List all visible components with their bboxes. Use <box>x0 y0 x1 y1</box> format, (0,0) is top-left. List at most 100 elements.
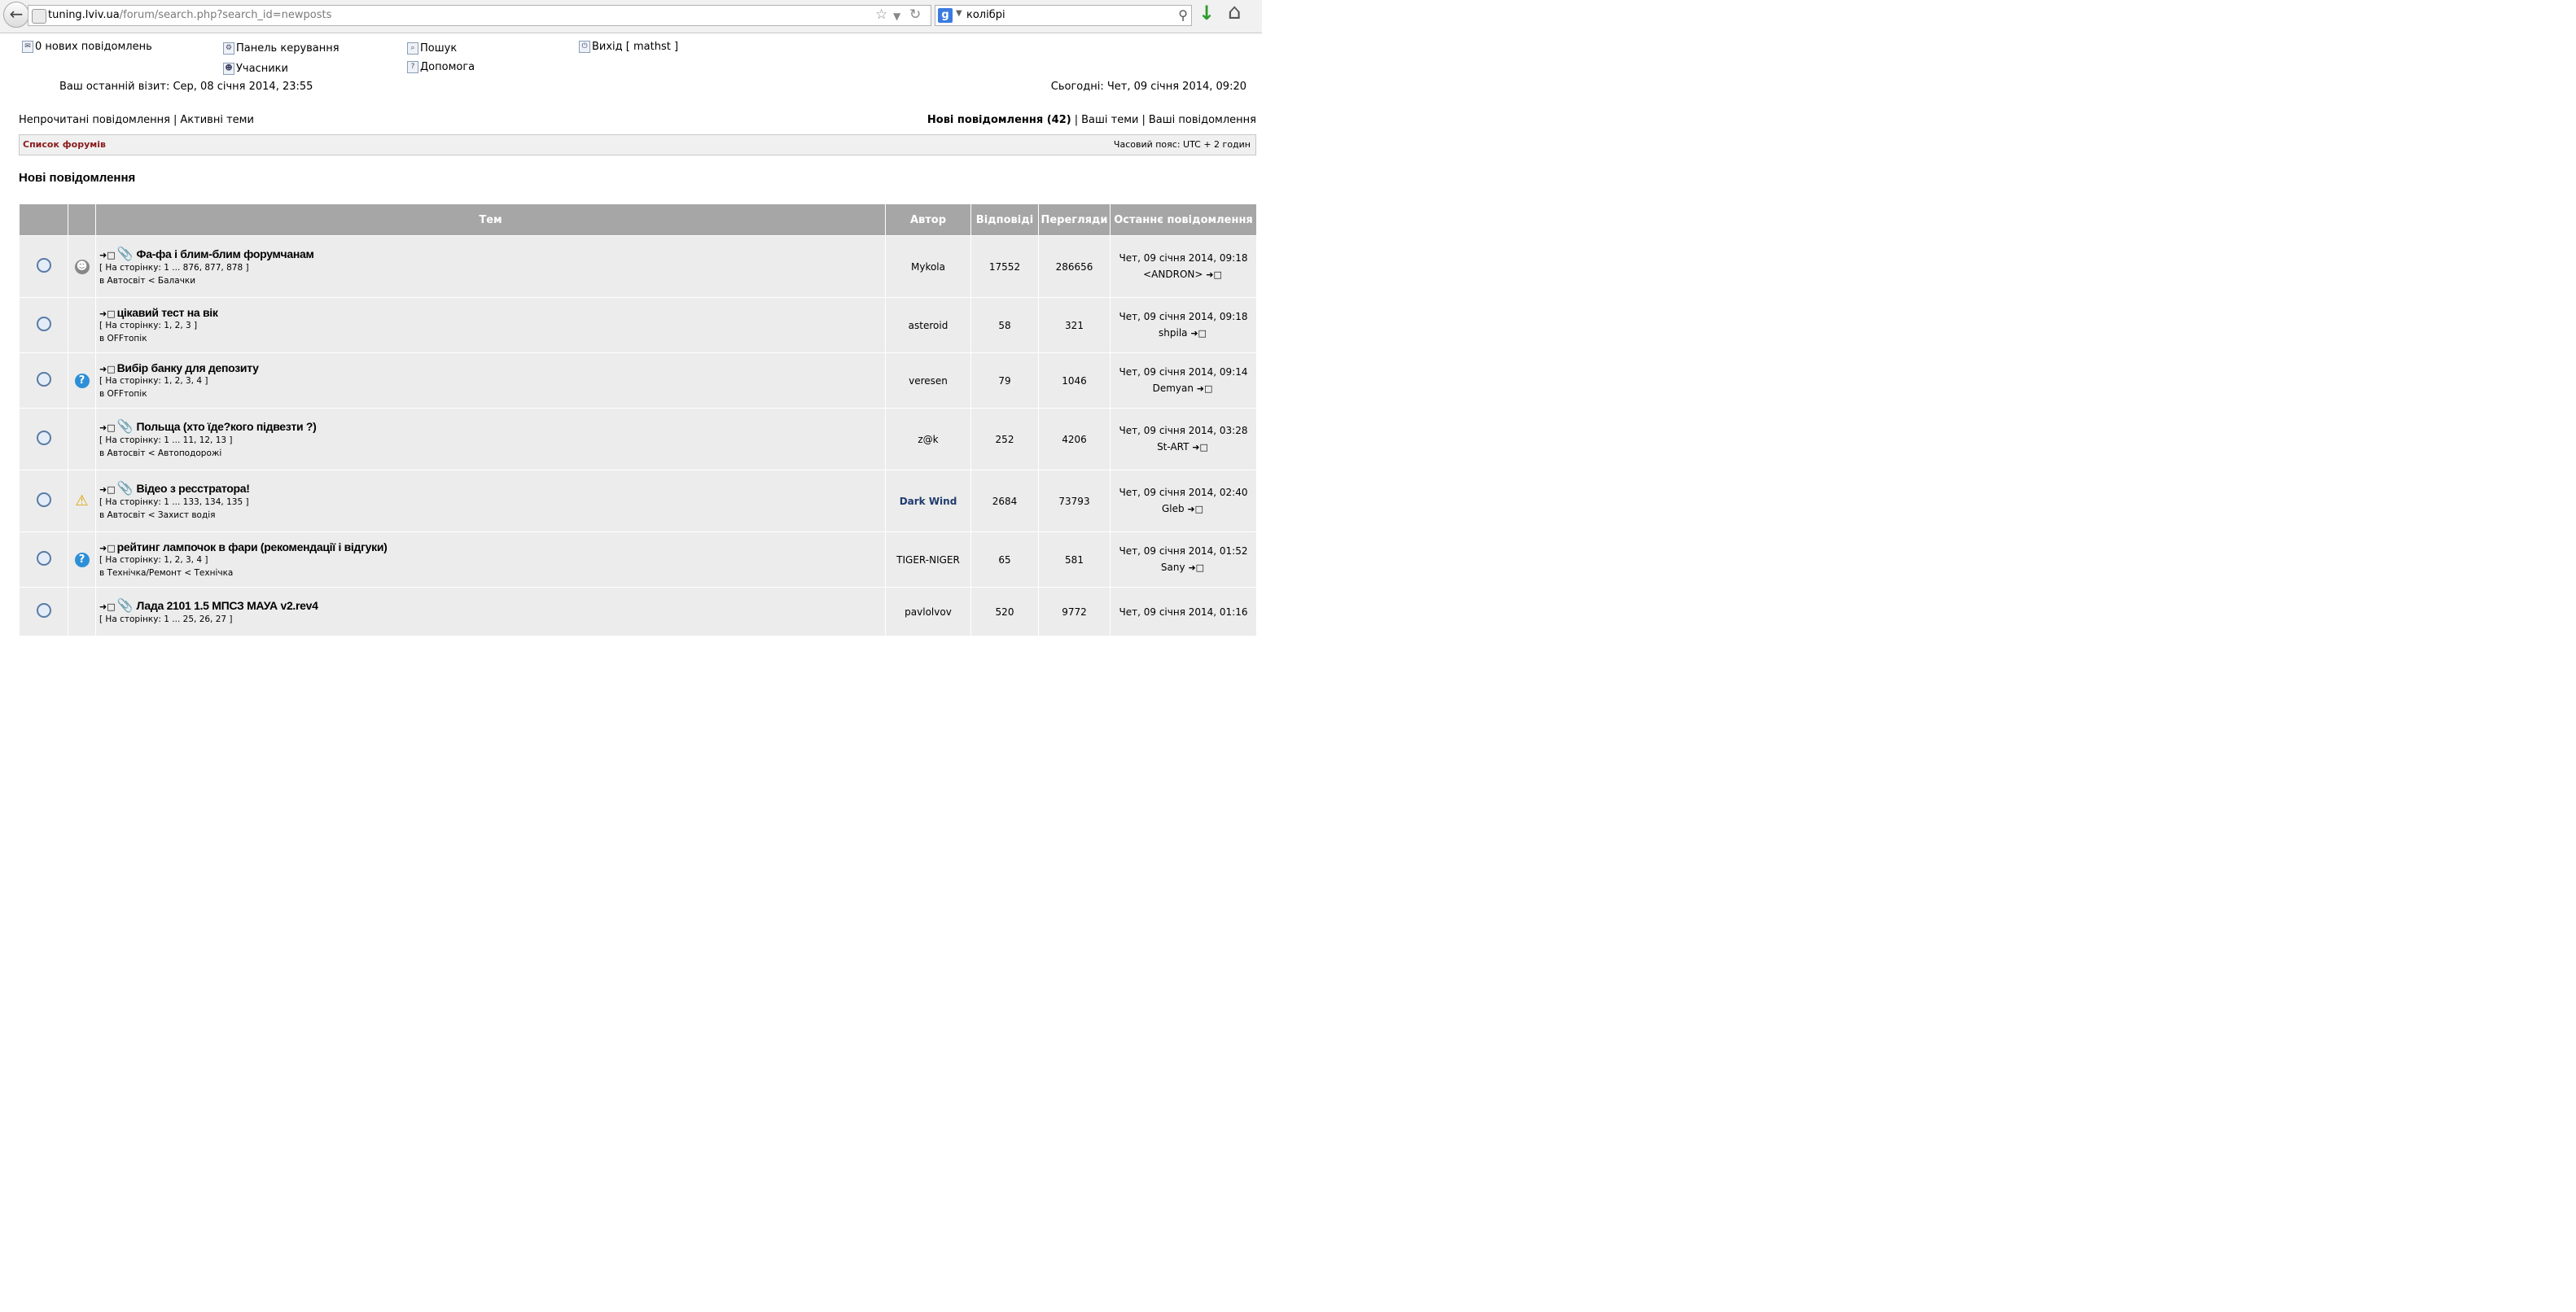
active-topics-link[interactable]: Активні теми <box>180 114 254 126</box>
download-icon[interactable]: ↓ <box>1198 2 1215 24</box>
bookmark-star-icon[interactable]: ☆ <box>875 7 887 23</box>
goto-first-unread-icon[interactable]: ➜□ <box>99 484 116 495</box>
search-icon: ⌕ <box>407 42 418 55</box>
topic-pages[interactable]: [ На сторінку: 1 ... 133, 134, 135 ] <box>99 496 882 509</box>
author-link[interactable]: TIGER-NIGER <box>896 554 960 566</box>
back-button[interactable]: ← <box>3 2 29 28</box>
author-cell: Mykola <box>885 235 971 298</box>
view-latest-post-icon[interactable]: ➜□ <box>1197 383 1213 394</box>
unread-posts-link[interactable]: Непрочитані повідомлення <box>19 114 170 126</box>
author-link[interactable]: veresen <box>909 375 948 387</box>
goto-first-unread-icon[interactable]: ➜□ <box>99 601 116 612</box>
your-posts-link[interactable]: Ваші повідомлення <box>1149 114 1256 126</box>
topic-column-header: Тем <box>95 203 886 236</box>
topic-pages[interactable]: [ На сторінку: 1, 2, 3, 4 ] <box>99 374 882 387</box>
author-link[interactable]: z@k <box>918 434 938 445</box>
search-engine-icon[interactable]: g <box>938 8 953 23</box>
last-post-author[interactable]: Sany <box>1161 562 1185 573</box>
forum-list-link[interactable]: Список форумів <box>23 139 106 150</box>
view-latest-post-icon[interactable]: ➜□ <box>1192 442 1208 453</box>
topic-status-icon <box>36 431 51 445</box>
author-cell: z@k <box>885 408 971 470</box>
new-posts-link[interactable]: Нові повідомлення (42) <box>927 114 1071 126</box>
topic-forum[interactable]: в Автосвіт < Автоподорожі <box>99 447 882 460</box>
goto-first-unread-icon[interactable]: ➜□ <box>99 422 116 433</box>
topic-forum[interactable]: в OFFтопік <box>99 332 882 345</box>
goto-first-unread-icon[interactable]: ➜□ <box>99 364 116 374</box>
help-icon: ? <box>407 61 418 73</box>
view-latest-post-icon[interactable]: ➜□ <box>1190 328 1207 339</box>
view-latest-post-icon[interactable]: ➜□ <box>1206 269 1222 280</box>
last-post-author[interactable]: Demyan <box>1153 383 1194 394</box>
author-link[interactable]: Dark Wind <box>900 496 957 507</box>
topic-pages[interactable]: [ На сторінку: 1 ... 876, 877, 878 ] <box>99 261 882 274</box>
topic-pages[interactable]: [ На сторінку: 1, 2, 3 ] <box>99 319 882 332</box>
home-icon[interactable]: ⌂ <box>1228 0 1242 24</box>
last-post-cell: Чет, 09 січня 2014, 09:18 <ANDRON> ➜□ <box>1110 235 1257 298</box>
status-column-header <box>19 203 68 236</box>
goto-first-unread-icon[interactable]: ➜□ <box>99 250 116 260</box>
last-post-author[interactable]: <ANDRON> <box>1143 269 1203 280</box>
topic-cell: ➜□ 📎 Лада 2101 1.5 МПСЗ МАУА v2.rev4[ На с… <box>95 587 886 636</box>
topic-status-cell <box>19 587 68 636</box>
last-post-author[interactable]: St-ART <box>1157 441 1189 453</box>
topic-cell: ➜□ 📎 Польща (хто їде?кого підвезти ?)[ На … <box>95 408 886 470</box>
site-identity-icon[interactable] <box>32 9 46 24</box>
topic-title-link[interactable]: Відео з ресстратора! <box>137 482 250 495</box>
url-bar[interactable]: tuning.lviv.ua/forum/search.php?search_i… <box>28 5 931 26</box>
help-link[interactable]: ? Допомога <box>407 61 475 73</box>
author-cell: Dark Wind <box>885 470 971 532</box>
topic-forum[interactable]: в Технічка/Ремонт < Технічка <box>99 566 882 579</box>
engine-dropdown-icon[interactable]: ▼ <box>956 9 962 18</box>
search-link[interactable]: ⌕ Пошук <box>407 42 457 55</box>
goto-first-unread-icon[interactable]: ➜□ <box>99 308 116 319</box>
logout-link[interactable]: ⏻ Вихід [ mathst ] <box>579 41 678 53</box>
topic-pages[interactable]: [ На сторінку: 1 ... 25, 26, 27 ] <box>99 613 882 626</box>
topic-title-link[interactable]: Лада 2101 1.5 МПСЗ МАУА v2.rev4 <box>137 599 318 612</box>
search-input[interactable]: колібрі <box>966 9 1005 21</box>
members-link[interactable]: ☻ Учасники <box>223 63 288 75</box>
topic-title-link[interactable]: Польща (хто їде?кого підвезти ?) <box>137 420 317 433</box>
members-icon: ☻ <box>223 63 234 75</box>
last-post-date: Чет, 09 січня 2014, 09:18 <box>1119 252 1248 264</box>
author-link[interactable]: pavlolvov <box>905 606 952 618</box>
view-latest-post-icon[interactable]: ➜□ <box>1188 562 1204 573</box>
topic-title-link[interactable]: цікавий тест на вік <box>117 306 218 319</box>
last-post-cell: Чет, 09 січня 2014, 01:52 Sany ➜□ <box>1110 531 1257 588</box>
replies-cell: 17552 <box>970 235 1039 298</box>
new-messages-link[interactable]: ✉ 0 нових повідомлень <box>22 41 152 53</box>
topic-title-link[interactable]: рейтинг лампочок в фари (рекомендації і … <box>117 540 388 553</box>
topic-status-cell <box>19 235 68 298</box>
last-post-author[interactable]: Gleb <box>1162 503 1185 514</box>
topic-status-icon <box>36 317 51 331</box>
topic-forum[interactable]: в Автосвіт < Балачки <box>99 274 882 287</box>
control-panel-label: Панель керування <box>236 42 340 55</box>
goto-first-unread-icon[interactable]: ➜□ <box>99 543 116 553</box>
last-post-author[interactable]: shpila <box>1159 327 1188 339</box>
search-icon[interactable]: ⚲ <box>1178 7 1188 23</box>
dropdown-arrow-icon[interactable]: ▼ <box>893 11 900 22</box>
your-topics-link[interactable]: Ваші теми <box>1081 114 1138 126</box>
topic-title-link[interactable]: Вибір банку для депозиту <box>117 361 259 374</box>
author-link[interactable]: Mykola <box>911 261 945 273</box>
replies-cell: 2684 <box>970 470 1039 532</box>
control-panel-link[interactable]: ⚙ Панель керування <box>223 42 340 55</box>
topic-pages[interactable]: [ На сторінку: 1, 2, 3, 4 ] <box>99 553 882 566</box>
browser-toolbar: ← tuning.lviv.ua/forum/search.php?search… <box>0 0 1262 33</box>
reload-icon[interactable]: ↻ <box>909 7 921 23</box>
topic-forum[interactable]: в OFFтопік <box>99 387 882 400</box>
topic-status-icon <box>36 492 51 507</box>
last-post-date: Чет, 09 січня 2014, 02:40 <box>1119 487 1248 498</box>
view-latest-post-icon[interactable]: ➜□ <box>1187 504 1203 514</box>
author-link[interactable]: asteroid <box>909 320 948 331</box>
topic-type-cell <box>68 297 96 353</box>
topic-title-link[interactable]: Фа-фа і блим-блим форумчанам <box>137 247 314 260</box>
topics-table: Тем Автор Відповіді Перегляди Останнє по… <box>19 203 1257 636</box>
author-cell: TIGER-NIGER <box>885 531 971 588</box>
topic-pages[interactable]: [ На сторінку: 1 ... 11, 12, 13 ] <box>99 434 882 447</box>
search-bar[interactable]: g ▼ колібрі ⚲ <box>935 5 1192 26</box>
topic-forum[interactable]: в Автосвіт < Захист водія <box>99 509 882 522</box>
search-links-left: Непрочитані повідомлення | Активні теми <box>19 114 254 126</box>
topic-status-cell <box>19 470 68 532</box>
url-text: tuning.lviv.ua/forum/search.php?search_i… <box>48 9 331 21</box>
